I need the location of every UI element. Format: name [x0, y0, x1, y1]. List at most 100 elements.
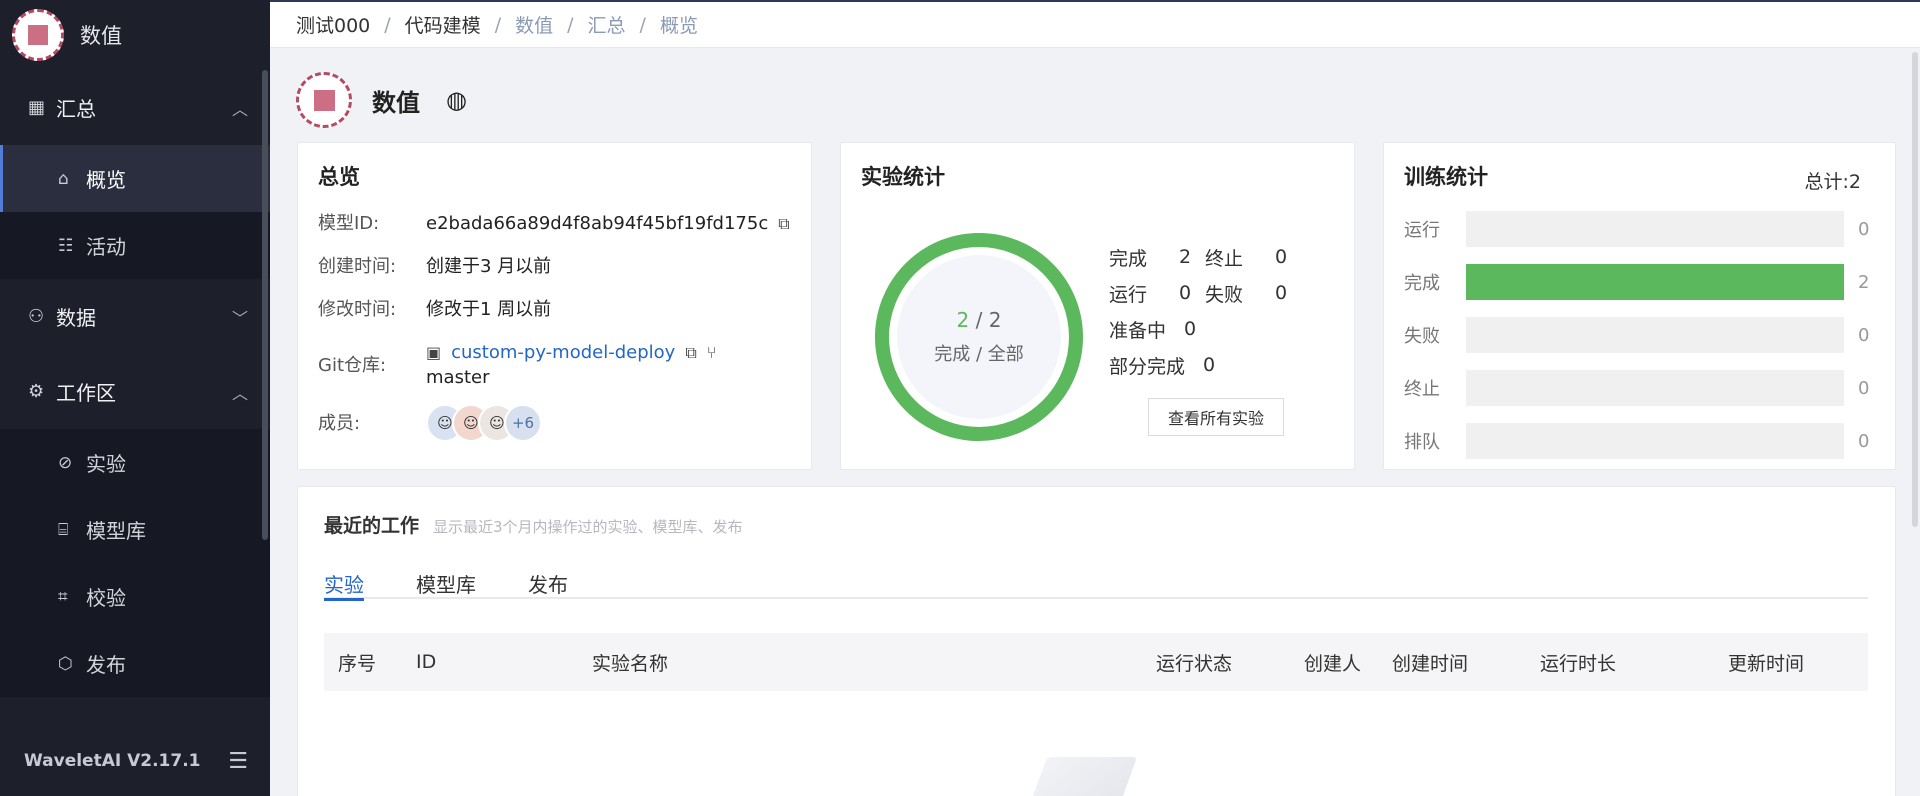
training-bar-row: 排队 0 — [1404, 423, 1869, 459]
training-bar-row: 完成 2 — [1404, 264, 1869, 300]
bar-value: 0 — [1858, 430, 1870, 452]
hierarchy-icon: ⚇ — [28, 306, 45, 327]
sidebar-group-label: 工作区 — [56, 381, 116, 405]
sidebar-item-model-library[interactable]: ⌸ 模型库 — [0, 496, 270, 563]
bar-track — [1466, 317, 1844, 353]
training-bar-row: 终止 0 — [1404, 370, 1869, 406]
scan-icon: ⌗ — [58, 586, 68, 607]
bar-label: 排队 — [1404, 432, 1440, 453]
experiment-stat-list: 完成 2 终止 0 运行 0 失败 0 准备中 0 部分完成 0 — [1109, 239, 1287, 383]
breadcrumb-separator: / — [567, 13, 574, 36]
breadcrumb-item[interactable]: 代码建模 — [405, 11, 481, 38]
tab-experiment[interactable]: 实验 — [324, 569, 364, 601]
globe-icon[interactable]: ◍ — [446, 86, 467, 114]
collapse-menu-icon[interactable]: ☰ — [228, 749, 248, 774]
column-header-creator[interactable]: 创建人 — [1304, 633, 1361, 691]
sidebar-item-publish[interactable]: ⬡ 发布 — [0, 630, 270, 697]
stat-partial-label: 部分完成 — [1109, 355, 1186, 378]
tab-publish[interactable]: 发布 — [528, 569, 568, 599]
bar-track — [1466, 370, 1844, 406]
column-header-updated-time[interactable]: 更新时间 — [1728, 633, 1804, 691]
git-branch: master — [426, 367, 490, 388]
bar-track — [1466, 211, 1844, 247]
model-library-icon: ⌸ — [58, 519, 69, 540]
grid-icon: ▦ — [28, 97, 46, 118]
git-icon: ▣ — [426, 343, 442, 362]
training-stats-card: 训练统计 总计:2 运行 0 完成 2 失败 0 终止 0 排队 0 — [1383, 142, 1896, 470]
version-label: WaveletAI V2.17.1 — [24, 751, 201, 771]
training-total: 总计:2 — [1804, 171, 1862, 193]
copy-icon[interactable]: ⧉ — [778, 211, 789, 236]
breadcrumb-separator: / — [384, 13, 391, 36]
ring-subtitle: 完成 / 全部 — [934, 344, 1024, 365]
view-all-experiments-button[interactable]: 查看所有实验 — [1148, 398, 1284, 436]
bar-label: 失败 — [1404, 326, 1440, 347]
sidebar-group-summary[interactable]: ▦ 汇总 ︿ — [0, 70, 270, 145]
table-header: 序号 ID 实验名称 运行状态 创建人 创建时间 运行时长 更新时间 — [324, 633, 1868, 691]
sidebar-item-validation[interactable]: ⌗ 校验 — [0, 563, 270, 630]
column-header-id[interactable]: ID — [416, 633, 436, 691]
more-members-badge[interactable]: +6 — [504, 404, 542, 442]
activity-icon: ☷ — [58, 235, 74, 256]
sidebar-footer: WaveletAI V2.17.1 ☰ — [0, 726, 270, 796]
column-header-index[interactable]: 序号 — [338, 633, 376, 691]
sidebar-item-label: 模型库 — [86, 519, 146, 543]
stat-preparing-value: 0 — [1184, 318, 1197, 340]
sidebar-item-overview[interactable]: ⌂ 概览 — [0, 145, 270, 212]
sidebar-scrollbar[interactable] — [262, 70, 268, 540]
done-count: 2 — [956, 308, 970, 332]
branch-icon: ⑂ — [706, 343, 717, 362]
stat-stopped-label: 终止 — [1205, 247, 1244, 270]
column-header-duration[interactable]: 运行时长 — [1540, 633, 1616, 691]
tab-model-library[interactable]: 模型库 — [416, 569, 476, 599]
breadcrumb-item[interactable]: 测试000 — [296, 11, 370, 38]
sidebar: 数值 ▦ 汇总 ︿ ⌂ 概览 ☷ 活动 ⚇ 数据 ﹀ ⚙ 工作区 ︿ ⊘ 实验 … — [0, 0, 270, 796]
ring-center: 2 / 2 完成 / 全部 — [934, 308, 1024, 365]
experiment-icon: ⊘ — [58, 452, 73, 473]
breadcrumb-item[interactable]: 汇总 — [588, 11, 626, 38]
sidebar-group-data[interactable]: ⚇ 数据 ﹀ — [0, 279, 270, 354]
sidebar-group-workspace[interactable]: ⚙ 工作区 ︿ — [0, 354, 270, 429]
chevron-down-icon: ﹀ — [231, 308, 248, 328]
stat-stopped-value: 0 — [1275, 246, 1288, 268]
breadcrumb: 测试000 / 代码建模 / 数值 / 汇总 / 概览 — [270, 2, 1920, 48]
modified-value: 修改于1 周以前 — [426, 299, 552, 320]
column-header-created-time[interactable]: 创建时间 — [1392, 633, 1468, 691]
sidebar-header[interactable]: 数值 — [0, 0, 270, 70]
main-scrollbar[interactable] — [1912, 52, 1918, 527]
cube-icon: ⬡ — [58, 653, 73, 674]
stat-preparing-label: 准备中 — [1109, 319, 1167, 342]
stat-running-value: 0 — [1179, 282, 1192, 304]
sidebar-item-activity[interactable]: ☷ 活动 — [0, 212, 270, 279]
recent-work-title: 最近的工作 — [324, 515, 420, 537]
stat-partial-value: 0 — [1203, 354, 1216, 376]
sidebar-item-label: 实验 — [86, 452, 126, 476]
recent-work-card: 最近的工作 显示最近3个月内操作过的实验、模型库、发布 实验 模型库 发布 序号… — [297, 486, 1896, 796]
bar-label: 终止 — [1404, 379, 1440, 400]
sidebar-group-label: 汇总 — [56, 97, 96, 121]
stat-failed-value: 0 — [1275, 282, 1288, 304]
bar-value: 2 — [1858, 271, 1870, 293]
gear-icon: ⚙ — [28, 381, 45, 402]
column-header-status[interactable]: 运行状态 — [1156, 633, 1232, 691]
column-header-name[interactable]: 实验名称 — [592, 633, 668, 691]
bar-label: 完成 — [1404, 273, 1440, 294]
sidebar-item-label: 概览 — [86, 168, 126, 192]
sidebar-item-experiment[interactable]: ⊘ 实验 — [0, 429, 270, 496]
git-repo-link[interactable]: custom-py-model-deploy — [451, 340, 675, 365]
breadcrumb-item[interactable]: 数值 — [515, 11, 553, 38]
member-avatars[interactable]: ☺ ☺ ☺ +6 — [426, 404, 542, 442]
model-id-label: 模型ID: — [318, 213, 380, 234]
training-bar-row: 失败 0 — [1404, 317, 1869, 353]
bar-label: 运行 — [1404, 220, 1440, 241]
bar-value: 0 — [1858, 377, 1870, 399]
recent-work-tabs: 实验 模型库 发布 — [324, 569, 1868, 601]
model-logo — [12, 9, 64, 61]
overview-card: 总览 模型ID: e2bada66a89d4f8ab94f45bf19fd175… — [297, 142, 812, 470]
sidebar-item-label: 活动 — [86, 235, 126, 259]
main-content: 测试000 / 代码建模 / 数值 / 汇总 / 概览 数值 ◍ 总览 模型ID… — [270, 0, 1920, 796]
stat-complete-value: 2 — [1179, 246, 1192, 268]
overview-title: 总览 — [318, 165, 360, 189]
training-bar-row: 运行 0 — [1404, 211, 1869, 247]
copy-icon[interactable]: ⧉ — [685, 340, 696, 365]
